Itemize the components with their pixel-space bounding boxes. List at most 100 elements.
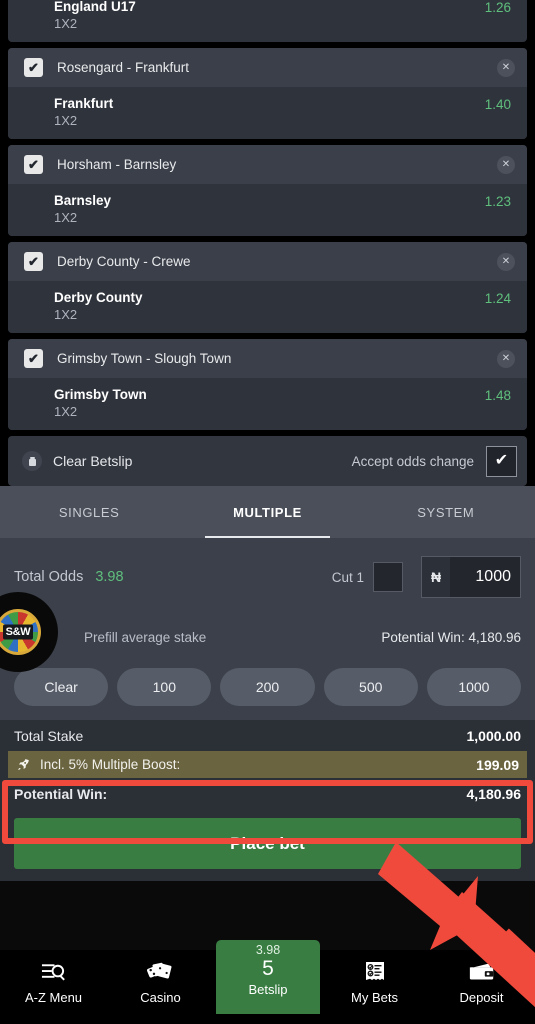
remove-selection-icon[interactable]: ✕ <box>497 349 515 368</box>
nav-label: Deposit <box>459 990 504 1005</box>
betslip-nav-label: Betslip <box>248 982 288 998</box>
potential-win-row: Potential Win: 4,180.96 <box>0 778 535 809</box>
betslip-pick-row[interactable]: Derby County 1X2 1.24 <box>8 281 527 333</box>
betslip-pick-row[interactable]: Frankfurt 1X2 1.40 <box>8 87 527 139</box>
az-menu-icon <box>41 959 66 985</box>
nav-label: Casino <box>140 990 181 1005</box>
wallet-icon <box>468 959 496 985</box>
pick-odds: 1.23 <box>484 194 511 209</box>
match-header: ✔ Grimsby Town - Slough Town ✕ <box>8 339 527 378</box>
pick-odds: 1.48 <box>484 388 511 403</box>
tab-multiple[interactable]: MULTIPLE <box>178 486 356 538</box>
match-title: Grimsby Town - Slough Town <box>57 351 232 366</box>
prefill-average-stake-label[interactable]: Prefill average stake <box>84 630 206 645</box>
rocket-icon <box>18 759 29 770</box>
stake-input[interactable]: ₦ 1000 <box>421 556 521 598</box>
stake-panel: Total Odds 3.98 Cut 1 ₦ 1000 Prefill ave… <box>0 538 535 672</box>
pick-market: 1X2 <box>54 307 78 322</box>
bet-type-tabs: SINGLES MULTIPLE SYSTEM <box>0 486 535 538</box>
remove-selection-icon[interactable]: ✕ <box>497 252 515 271</box>
select-checkbox[interactable]: ✔ <box>24 155 43 174</box>
pick-odds: 1.26 <box>484 0 511 15</box>
nav-label: A-Z Menu <box>24 990 83 1005</box>
tab-system[interactable]: SYSTEM <box>357 486 535 538</box>
casino-dice-cards-icon <box>146 959 176 985</box>
match-header: ✔ Horsham - Barnsley ✕ <box>8 145 527 184</box>
quick-stake-500[interactable]: 500 <box>323 668 418 706</box>
betslip-item: ✔ Rosengard - Frankfurt ✕ Frankfurt 1X2 … <box>8 48 527 139</box>
nav-item-my-bets[interactable]: My Bets <box>321 950 428 1014</box>
nav-item-a-z-menu[interactable]: A-Z Menu <box>0 950 107 1014</box>
quick-stake-row: Clear 100 200 500 1000 <box>0 654 535 720</box>
pick-name: Frankfurt <box>54 96 114 111</box>
match-title: Horsham - Barnsley <box>57 157 177 172</box>
select-checkbox[interactable]: ✔ <box>24 58 43 77</box>
pick-odds: 1.24 <box>484 291 511 306</box>
bet-summary: Total Stake 1,000.00 Incl. 5% Multiple B… <box>0 720 535 809</box>
total-stake-value: 1,000.00 <box>466 727 522 744</box>
match-header: ✔ Derby County - Crewe ✕ <box>8 242 527 281</box>
potential-win-inline: Potential Win: 4,180.96 <box>381 629 521 645</box>
pick-market: 1X2 <box>54 113 78 128</box>
pick-name: Grimsby Town <box>54 387 147 402</box>
pick-name: England U17 <box>54 0 136 14</box>
potential-win-value: 4,180.96 <box>466 785 522 802</box>
match-title: Rosengard - Frankfurt <box>57 60 190 75</box>
accept-odds-checkbox[interactable]: ✔ <box>486 445 517 477</box>
nav-item-casino[interactable]: Casino <box>107 950 214 1014</box>
multiple-boost-value: 199.09 <box>476 756 519 773</box>
pick-name: Barnsley <box>54 193 112 208</box>
multiple-boost-label: Incl. 5% Multiple Boost: <box>40 757 181 772</box>
accept-odds-label: Accept odds change <box>351 453 474 469</box>
nav-item-betslip[interactable]: 3.98 5 Betslip <box>216 940 320 1014</box>
pick-market: 1X2 <box>54 404 78 419</box>
prefill-row: Prefill average stake Potential Win: 4,1… <box>14 620 521 654</box>
betslip-screen: England U17 1X2 1.26 ✔ Rosengard - Frank… <box>0 0 535 1014</box>
betslip-item: England U17 1X2 1.26 <box>8 0 527 42</box>
clear-betslip-bar: Clear Betslip Accept odds change ✔ <box>8 436 527 486</box>
remove-selection-icon[interactable]: ✕ <box>497 155 515 174</box>
total-stake-row: Total Stake 1,000.00 <box>0 720 535 751</box>
total-odds-label: Total Odds <box>14 569 84 585</box>
quick-stake-100[interactable]: 100 <box>117 668 212 706</box>
betslip-item: ✔ Grimsby Town - Slough Town ✕ Grimsby T… <box>8 339 527 430</box>
quick-stake-200[interactable]: 200 <box>220 668 315 706</box>
betslip-count: 5 <box>262 957 274 980</box>
quick-stake-1000[interactable]: 1000 <box>426 668 522 706</box>
place-bet-button[interactable]: Place bet <box>14 818 521 869</box>
quick-stake-clear[interactable]: Clear <box>14 668 109 706</box>
betslip-pick-row[interactable]: England U17 1X2 1.26 <box>8 0 527 42</box>
multiple-boost-row: Incl. 5% Multiple Boost: 199.09 <box>8 751 527 778</box>
nav-label: My Bets <box>351 990 398 1005</box>
pick-odds: 1.40 <box>484 97 511 112</box>
select-checkbox[interactable]: ✔ <box>24 349 43 368</box>
nav-item-deposit[interactable]: Deposit <box>428 950 535 1014</box>
clear-betslip-label[interactable]: Clear Betslip <box>53 453 352 469</box>
cut-checkbox[interactable] <box>373 562 403 592</box>
odds-and-stake-row: Total Odds 3.98 Cut 1 ₦ 1000 <box>14 556 521 598</box>
betslip-total-odds: 3.98 <box>255 943 281 957</box>
pick-market: 1X2 <box>54 16 78 31</box>
betslip-item: ✔ Horsham - Barnsley ✕ Barnsley 1X2 1.23 <box>8 145 527 236</box>
betslip-pick-row[interactable]: Grimsby Town 1X2 1.48 <box>8 378 527 430</box>
pick-name: Derby County <box>54 290 143 305</box>
stake-amount-value[interactable]: 1000 <box>450 557 520 597</box>
cut-label: Cut 1 <box>331 569 364 585</box>
tab-singles[interactable]: SINGLES <box>0 486 178 538</box>
trash-icon[interactable] <box>22 451 42 471</box>
spin-wheel-label: S&W <box>5 626 31 638</box>
remove-selection-icon[interactable]: ✕ <box>497 58 515 77</box>
total-stake-label: Total Stake <box>14 727 84 744</box>
total-odds-value: 3.98 <box>95 569 124 585</box>
potential-win-label: Potential Win: <box>14 785 108 802</box>
currency-symbol: ₦ <box>430 569 442 585</box>
betslip-item: ✔ Derby County - Crewe ✕ Derby County 1X… <box>8 242 527 333</box>
my-bets-receipt-icon <box>363 959 387 985</box>
pick-market: 1X2 <box>54 210 78 225</box>
match-title: Derby County - Crewe <box>57 254 191 269</box>
match-header: ✔ Rosengard - Frankfurt ✕ <box>8 48 527 87</box>
select-checkbox[interactable]: ✔ <box>24 252 43 271</box>
betslip-pick-row[interactable]: Barnsley 1X2 1.23 <box>8 184 527 236</box>
place-bet-area: Place bet <box>0 809 535 881</box>
betslip-list: England U17 1X2 1.26 ✔ Rosengard - Frank… <box>0 0 535 486</box>
